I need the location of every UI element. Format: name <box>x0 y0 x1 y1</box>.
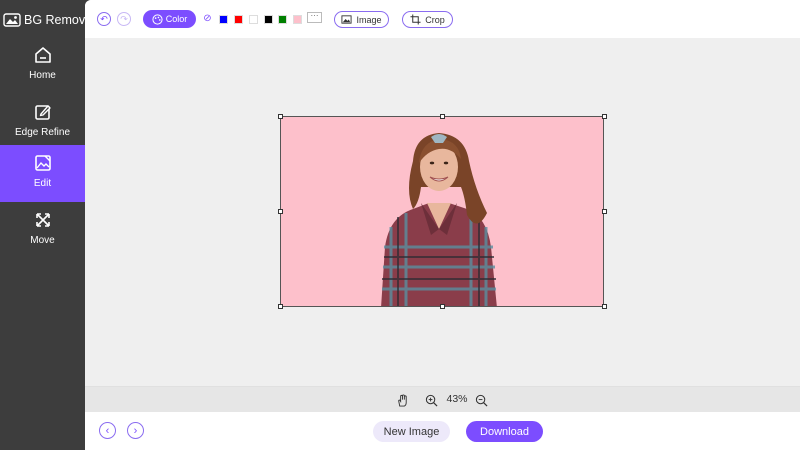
hand-icon[interactable] <box>396 394 409 407</box>
image-edit-icon <box>34 155 51 171</box>
image-button-label: Image <box>356 14 382 25</box>
sidebar-item-label: Edge Refine <box>14 127 71 138</box>
swatch-white[interactable] <box>249 15 258 24</box>
swatch-pink[interactable] <box>293 15 302 24</box>
home-icon <box>34 47 51 63</box>
main-panel: ↶ ↷ Color ⊘ ··· Image Crop 43% ‹ › New I… <box>85 0 800 450</box>
person-image <box>381 133 497 306</box>
swatch-green[interactable] <box>278 15 287 24</box>
sidebar-item-label: Edit <box>33 178 52 189</box>
bottom-bar: ‹ › New Image Download <box>85 412 800 450</box>
resize-handle-bottom-right[interactable] <box>602 304 607 309</box>
app-logo: BG Remover <box>3 10 96 30</box>
palette-icon <box>152 13 163 25</box>
zoom-level: 43% <box>446 393 468 405</box>
resize-handle-left[interactable] <box>278 209 283 214</box>
move-arrows-icon <box>35 213 50 227</box>
toolbar: ↶ ↷ Color ⊘ ··· Image Crop <box>85 0 800 38</box>
edit-pencil-icon <box>34 105 51 120</box>
edited-image[interactable] <box>280 116 604 307</box>
new-image-button[interactable]: New Image <box>373 421 450 442</box>
zoom-bar: 43% <box>85 386 800 412</box>
download-button[interactable]: Download <box>466 421 543 442</box>
color-button[interactable]: Color <box>143 10 196 28</box>
undo-icon: ↶ <box>100 13 108 24</box>
resize-handle-right[interactable] <box>602 209 607 214</box>
resize-handle-top[interactable] <box>440 114 445 119</box>
logo-icon <box>3 13 21 27</box>
swatch-blue[interactable] <box>219 15 228 24</box>
swatch-red[interactable] <box>234 15 243 24</box>
resize-handle-bottom-left[interactable] <box>278 304 283 309</box>
chevron-right-icon: › <box>133 424 138 437</box>
next-button[interactable]: › <box>127 422 144 439</box>
redo-icon: ↷ <box>120 13 128 24</box>
redo-button[interactable]: ↷ <box>117 12 131 26</box>
crop-button-label: Crop <box>425 14 445 25</box>
sidebar-item-edge-refine[interactable]: Edge Refine <box>0 94 85 151</box>
image-button[interactable]: Image <box>334 11 389 28</box>
resize-handle-bottom[interactable] <box>440 304 445 309</box>
undo-button[interactable]: ↶ <box>97 12 111 26</box>
sidebar-item-label: Home <box>29 70 56 81</box>
sidebar-item-label: Move <box>30 235 55 246</box>
chevron-left-icon: ‹ <box>105 424 110 437</box>
crop-icon <box>410 14 421 25</box>
image-icon <box>341 15 353 24</box>
crop-button[interactable]: Crop <box>402 11 453 28</box>
sidebar-item-move[interactable]: Move <box>0 202 85 259</box>
color-button-label: Color <box>165 14 188 24</box>
sidebar-item-home[interactable]: Home <box>0 37 85 94</box>
zoom-in-icon[interactable] <box>425 394 438 407</box>
resize-handle-top-left[interactable] <box>278 114 283 119</box>
sidebar: BG Remover Home Edge Refine Edit Move <box>0 0 96 450</box>
more-colors-button[interactable]: ··· <box>307 12 322 23</box>
no-color-option[interactable]: ⊘ <box>202 13 213 24</box>
zoom-out-icon[interactable] <box>475 394 488 407</box>
resize-handle-top-right[interactable] <box>602 114 607 119</box>
sidebar-item-edit[interactable]: Edit <box>0 145 85 202</box>
canvas-area[interactable] <box>85 38 800 386</box>
swatch-black[interactable] <box>264 15 273 24</box>
previous-button[interactable]: ‹ <box>99 422 116 439</box>
